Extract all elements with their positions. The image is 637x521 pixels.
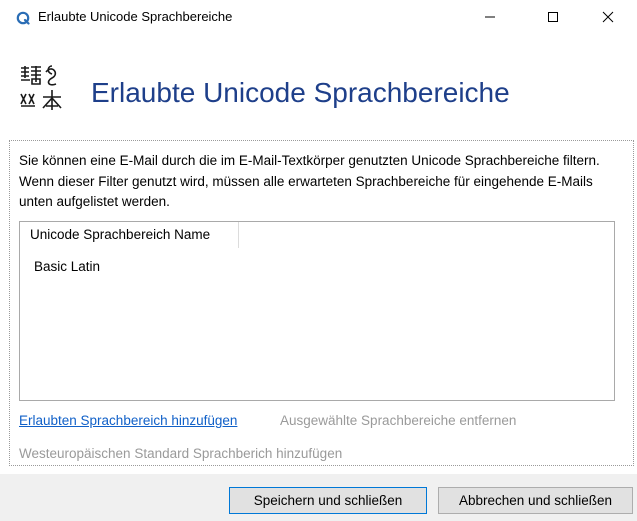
- language-characters-icon: [20, 65, 62, 110]
- title-bar: Erlaubte Unicode Sprachbereiche: [0, 0, 637, 34]
- app-icon: [16, 11, 30, 25]
- list-header: Unicode Sprachbereich Name: [20, 222, 616, 248]
- close-icon: [602, 11, 614, 23]
- maximize-icon: [548, 12, 558, 22]
- cancel-and-close-button[interactable]: Abbrechen und schließen: [438, 487, 633, 514]
- minimize-icon: [485, 16, 495, 18]
- add-western-default-link[interactable]: Westeuropäischen Standard Sprachberich h…: [19, 446, 342, 461]
- description-text: Sie können eine E-Mail durch die im E-Ma…: [19, 153, 600, 209]
- column-header-name[interactable]: Unicode Sprachbereich Name: [20, 222, 239, 248]
- add-range-link[interactable]: Erlaubten Sprachbereich hinzufügen: [19, 413, 237, 428]
- window-title: Erlaubte Unicode Sprachbereiche: [38, 9, 233, 24]
- save-and-close-button[interactable]: Speichern und schließen: [229, 487, 427, 514]
- minimize-button[interactable]: [467, 0, 513, 34]
- remove-ranges-link[interactable]: Ausgewählte Sprachbereiche entfernen: [280, 413, 516, 428]
- maximize-button[interactable]: [530, 0, 576, 34]
- page-title: Erlaubte Unicode Sprachbereiche: [91, 77, 510, 108]
- list-item[interactable]: Basic Latin: [34, 259, 100, 274]
- close-button[interactable]: [585, 0, 631, 34]
- language-range-list[interactable]: Unicode Sprachbereich Name Basic Latin: [19, 221, 615, 401]
